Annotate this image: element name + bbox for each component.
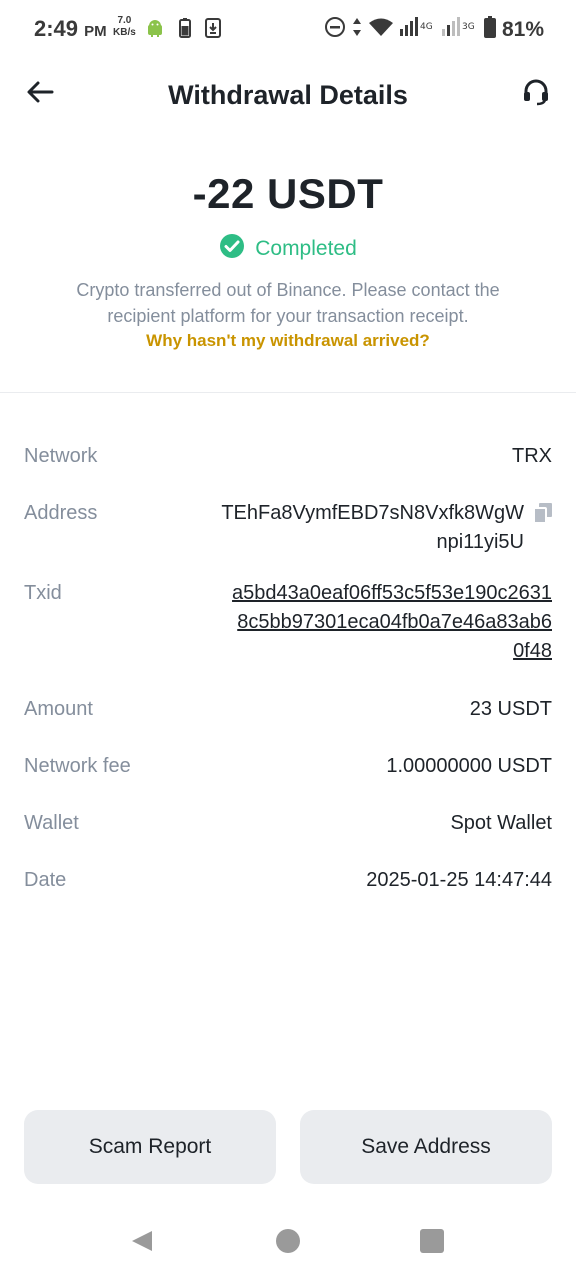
- battery-small-icon: [179, 18, 191, 43]
- download-icon: [205, 18, 221, 43]
- headset-icon: [522, 78, 550, 111]
- date-label: Date: [24, 869, 67, 891]
- signal-3g-icon: 3G: [441, 17, 478, 42]
- txid-label: Txid: [24, 582, 62, 604]
- battery-icon: [483, 16, 496, 43]
- txid-link[interactable]: a5bd43a0eaf06ff53c5f53e190c26318c5bb9730…: [232, 579, 552, 666]
- save-address-button[interactable]: Save Address: [300, 1110, 552, 1184]
- amount-label: Amount: [24, 698, 93, 720]
- withdrawal-amount: -22 USDT: [192, 170, 384, 217]
- system-icons: 4G 3G 81%: [324, 16, 544, 43]
- notification-icons: [145, 18, 221, 43]
- page-title: Withdrawal Details: [168, 80, 408, 110]
- date-value: 2025-01-25 14:47:44: [366, 869, 552, 891]
- status-time: 2:49 PM: [34, 16, 107, 42]
- address-value: TEhFa8VymfEBD7sN8Vxfk8WgWnpi11yi5U: [221, 502, 524, 553]
- svg-text:4G: 4G: [420, 22, 433, 32]
- withdrawal-help-link[interactable]: Why hasn't my withdrawal arrived?: [0, 331, 576, 351]
- detail-row-network-fee: Network fee 1.00000000 USDT: [24, 752, 552, 780]
- check-circle-icon: [219, 233, 245, 264]
- nav-home-icon[interactable]: [276, 1229, 300, 1253]
- section-divider: [0, 392, 576, 393]
- status-ampm: PM: [84, 23, 107, 40]
- scam-report-button[interactable]: Scam Report: [24, 1110, 276, 1184]
- status-description: Crypto transferred out of Binance. Pleas…: [76, 280, 500, 326]
- wallet-label: Wallet: [24, 812, 79, 834]
- detail-row-amount: Amount 23 USDT: [24, 695, 552, 723]
- address-value-group: TEhFa8VymfEBD7sN8Vxfk8WgWnpi11yi5U: [214, 499, 552, 557]
- wallet-value: Spot Wallet: [450, 812, 552, 834]
- copy-icon[interactable]: [533, 503, 552, 528]
- network-speed-value: 7.0: [117, 15, 132, 26]
- status-bar: 2:49 PM 7.0 KB/s 4G 3G 81%: [0, 0, 576, 58]
- signal-4g-icon: 4G: [399, 17, 436, 42]
- android-icon: [145, 18, 165, 43]
- network-speed-unit: KB/s: [113, 27, 136, 38]
- amount-value: 23 USDT: [469, 698, 552, 720]
- svg-text:3G: 3G: [462, 22, 475, 32]
- network-value: TRX: [512, 445, 552, 467]
- detail-row-address: Address TEhFa8VymfEBD7sN8Vxfk8WgWnpi11yi…: [24, 499, 552, 557]
- app-header: Withdrawal Details: [0, 60, 576, 130]
- status-row: Completed: [0, 233, 576, 264]
- network-label: Network: [24, 445, 98, 467]
- system-nav-bar: [0, 1215, 576, 1265]
- status-badge: Completed: [255, 236, 357, 260]
- network-fee-label: Network fee: [24, 755, 131, 777]
- status-time-value: 2:49: [34, 16, 79, 41]
- detail-row-network: Network TRX: [24, 442, 552, 470]
- network-speed: 7.0 KB/s: [113, 15, 136, 39]
- network-fee-value: 1.00000000 USDT: [386, 755, 552, 777]
- data-arrows-icon: [352, 16, 362, 43]
- detail-row-wallet: Wallet Spot Wallet: [24, 809, 552, 837]
- battery-percent: 81%: [501, 17, 544, 41]
- detail-row-txid: Txid a5bd43a0eaf06ff53c5f53e190c26318c5b…: [24, 579, 552, 666]
- detail-row-date: Date 2025-01-25 14:47:44: [24, 866, 552, 894]
- nav-back-icon[interactable]: [130, 1229, 154, 1258]
- support-button[interactable]: [518, 76, 554, 112]
- nav-recents-icon[interactable]: [420, 1229, 444, 1253]
- wifi-icon: [368, 17, 394, 42]
- dnd-icon: [324, 16, 346, 43]
- address-label: Address: [24, 502, 98, 524]
